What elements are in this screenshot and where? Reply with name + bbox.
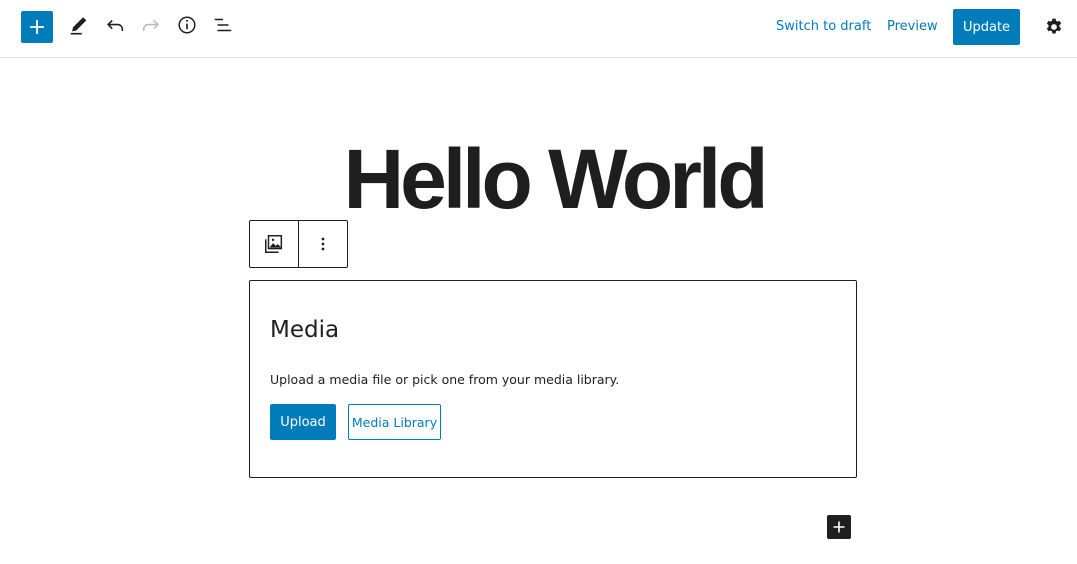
add-block-button[interactable] [827, 515, 851, 539]
redo-icon [142, 19, 159, 31]
more-vertical-icon [321, 237, 325, 251]
media-placeholder-title: Media [270, 317, 340, 343]
gear-icon [1046, 18, 1062, 34]
block-inserter-button[interactable] [21, 11, 53, 43]
settings-button[interactable] [1042, 15, 1066, 39]
info-icon [178, 16, 196, 34]
undo-button[interactable] [103, 13, 127, 37]
plus-icon [30, 20, 44, 34]
list-view-icon [214, 18, 232, 32]
media-placeholder-instructions: Upload a media file or pick one from you… [270, 372, 620, 387]
switch-to-draft-button[interactable]: Switch to draft [776, 19, 871, 34]
gallery-icon [265, 235, 283, 253]
list-view-button[interactable] [211, 13, 235, 37]
editor-header: Switch to draft Preview Update [0, 0, 1077, 58]
plus-icon [833, 521, 845, 533]
media-placeholder: Media Upload a media file or pick one fr… [249, 280, 857, 478]
details-button[interactable] [175, 13, 199, 37]
upload-button[interactable]: Upload [270, 404, 336, 440]
preview-button[interactable]: Preview [887, 19, 938, 34]
post-title[interactable]: Hello World [0, 124, 1077, 234]
tools-button[interactable] [67, 13, 91, 37]
pencil-icon [70, 17, 87, 35]
update-button[interactable]: Update [953, 9, 1020, 45]
redo-button[interactable] [139, 13, 163, 37]
media-library-button[interactable]: Media Library [348, 404, 441, 440]
undo-icon [107, 19, 124, 31]
block-type-button[interactable] [250, 221, 298, 267]
block-toolbar [249, 220, 348, 268]
block-options-button[interactable] [298, 221, 347, 267]
